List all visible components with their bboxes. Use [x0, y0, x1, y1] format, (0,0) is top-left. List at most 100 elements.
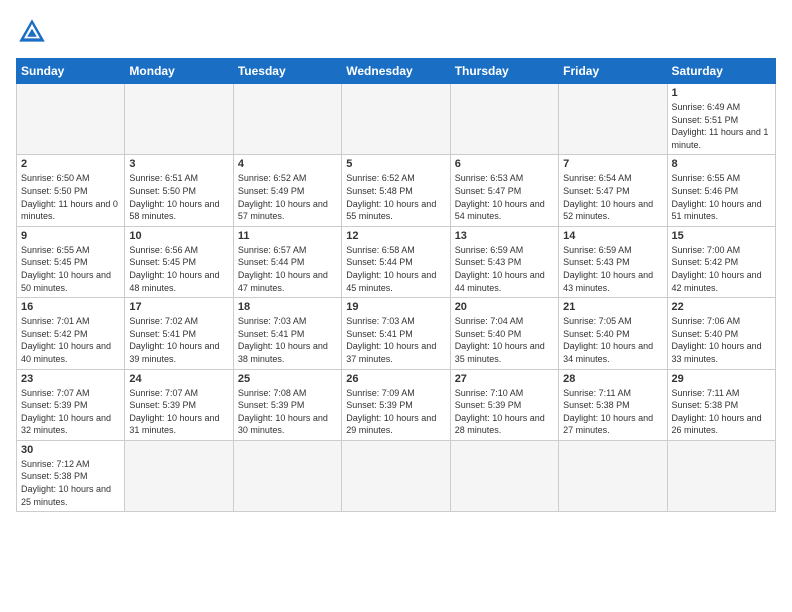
- day-cell: 1Sunrise: 6:49 AMSunset: 5:51 PMDaylight…: [667, 84, 775, 155]
- logo-icon: [16, 16, 48, 48]
- day-number: 9: [21, 230, 120, 242]
- day-cell: 12Sunrise: 6:58 AMSunset: 5:44 PMDayligh…: [342, 226, 450, 297]
- week-row-0: 1Sunrise: 6:49 AMSunset: 5:51 PMDaylight…: [17, 84, 776, 155]
- day-cell: 21Sunrise: 7:05 AMSunset: 5:40 PMDayligh…: [559, 298, 667, 369]
- day-info: Sunrise: 6:59 AMSunset: 5:43 PMDaylight:…: [563, 244, 662, 294]
- day-number: 19: [346, 301, 445, 313]
- day-info: Sunrise: 7:11 AMSunset: 5:38 PMDaylight:…: [563, 387, 662, 437]
- day-info: Sunrise: 7:09 AMSunset: 5:39 PMDaylight:…: [346, 387, 445, 437]
- day-number: 27: [455, 373, 554, 385]
- day-cell: 7 Sunrise: 6:54 AMSunset: 5:47 PMDaylight…: [559, 155, 667, 226]
- day-cell: 23 Sunrise: 7:07 AMSunset: 5:39 PMDayligh…: [17, 369, 125, 440]
- day-cell: [450, 84, 558, 155]
- day-info: Sunrise: 6:59 AMSunset: 5:43 PMDaylight:…: [455, 244, 554, 294]
- day-cell: 29 Sunrise: 7:11 AMSunset: 5:38 PMDayligh…: [667, 369, 775, 440]
- day-cell: [342, 84, 450, 155]
- day-cell: [559, 84, 667, 155]
- day-cell: [17, 84, 125, 155]
- week-row-2: 9Sunrise: 6:55 AMSunset: 5:45 PMDaylight…: [17, 226, 776, 297]
- day-number: 30: [21, 444, 120, 456]
- day-cell: 17 Sunrise: 7:02 AMSunset: 5:41 PMDayligh…: [125, 298, 233, 369]
- day-info: Sunrise: 6:57 AMSunset: 5:44 PMDaylight:…: [238, 244, 337, 294]
- day-number: 5: [346, 158, 445, 170]
- day-cell: [233, 84, 341, 155]
- weekday-friday: Friday: [559, 59, 667, 84]
- day-info: Sunrise: 7:07 AMSunset: 5:39 PMDaylight:…: [21, 387, 120, 437]
- day-info: Sunrise: 6:52 AMSunset: 5:48 PMDaylight:…: [346, 172, 445, 222]
- day-info: Sunrise: 6:54 AMSunset: 5:47 PMDaylight:…: [563, 172, 662, 222]
- day-cell: 19 Sunrise: 7:03 AMSunset: 5:41 PMDayligh…: [342, 298, 450, 369]
- weekday-thursday: Thursday: [450, 59, 558, 84]
- day-number: 6: [455, 158, 554, 170]
- day-cell: 28 Sunrise: 7:11 AMSunset: 5:38 PMDayligh…: [559, 369, 667, 440]
- day-info: Sunrise: 7:11 AMSunset: 5:38 PMDaylight:…: [672, 387, 771, 437]
- day-info: Sunrise: 7:02 AMSunset: 5:41 PMDaylight:…: [129, 315, 228, 365]
- day-cell: 8 Sunrise: 6:55 AMSunset: 5:46 PMDaylight…: [667, 155, 775, 226]
- calendar: SundayMondayTuesdayWednesdayThursdayFrid…: [16, 58, 776, 512]
- day-cell: [125, 440, 233, 511]
- day-number: 13: [455, 230, 554, 242]
- day-info: Sunrise: 7:01 AMSunset: 5:42 PMDaylight:…: [21, 315, 120, 365]
- day-cell: 16Sunrise: 7:01 AMSunset: 5:42 PMDayligh…: [17, 298, 125, 369]
- weekday-sunday: Sunday: [17, 59, 125, 84]
- day-number: 20: [455, 301, 554, 313]
- day-cell: 18 Sunrise: 7:03 AMSunset: 5:41 PMDayligh…: [233, 298, 341, 369]
- day-info: Sunrise: 7:03 AMSunset: 5:41 PMDaylight:…: [238, 315, 337, 365]
- day-cell: 24Sunrise: 7:07 AMSunset: 5:39 PMDayligh…: [125, 369, 233, 440]
- day-number: 28: [563, 373, 662, 385]
- day-number: 8: [672, 158, 771, 170]
- day-info: Sunrise: 6:55 AMSunset: 5:46 PMDaylight:…: [672, 172, 771, 222]
- week-row-1: 2Sunrise: 6:50 AMSunset: 5:50 PMDaylight…: [17, 155, 776, 226]
- week-row-4: 23 Sunrise: 7:07 AMSunset: 5:39 PMDayligh…: [17, 369, 776, 440]
- day-cell: 9Sunrise: 6:55 AMSunset: 5:45 PMDaylight…: [17, 226, 125, 297]
- day-cell: 4Sunrise: 6:52 AMSunset: 5:49 PMDaylight…: [233, 155, 341, 226]
- logo: [16, 16, 52, 48]
- weekday-header-row: SundayMondayTuesdayWednesdayThursdayFrid…: [17, 59, 776, 84]
- day-cell: [559, 440, 667, 511]
- day-number: 18: [238, 301, 337, 313]
- day-cell: 15Sunrise: 7:00 AMSunset: 5:42 PMDayligh…: [667, 226, 775, 297]
- day-number: 3: [129, 158, 228, 170]
- weekday-tuesday: Tuesday: [233, 59, 341, 84]
- day-number: 10: [129, 230, 228, 242]
- week-row-5: 30 Sunrise: 7:12 AMSunset: 5:38 PMDayligh…: [17, 440, 776, 511]
- day-info: Sunrise: 6:53 AMSunset: 5:47 PMDaylight:…: [455, 172, 554, 222]
- header: [16, 16, 776, 48]
- day-cell: 30 Sunrise: 7:12 AMSunset: 5:38 PMDayligh…: [17, 440, 125, 511]
- day-info: Sunrise: 7:03 AMSunset: 5:41 PMDaylight:…: [346, 315, 445, 365]
- day-info: Sunrise: 6:51 AMSunset: 5:50 PMDaylight:…: [129, 172, 228, 222]
- day-cell: 27 Sunrise: 7:10 AMSunset: 5:39 PMDayligh…: [450, 369, 558, 440]
- day-number: 7: [563, 158, 662, 170]
- day-number: 12: [346, 230, 445, 242]
- day-number: 11: [238, 230, 337, 242]
- day-info: Sunrise: 6:52 AMSunset: 5:49 PMDaylight:…: [238, 172, 337, 222]
- day-info: Sunrise: 7:04 AMSunset: 5:40 PMDaylight:…: [455, 315, 554, 365]
- day-info: Sunrise: 7:12 AMSunset: 5:38 PMDaylight:…: [21, 458, 120, 508]
- day-cell: 11 Sunrise: 6:57 AMSunset: 5:44 PMDayligh…: [233, 226, 341, 297]
- day-number: 26: [346, 373, 445, 385]
- day-info: Sunrise: 7:07 AMSunset: 5:39 PMDaylight:…: [129, 387, 228, 437]
- day-cell: [233, 440, 341, 511]
- day-info: Sunrise: 7:05 AMSunset: 5:40 PMDaylight:…: [563, 315, 662, 365]
- page: SundayMondayTuesdayWednesdayThursdayFrid…: [0, 0, 792, 612]
- day-cell: 5 Sunrise: 6:52 AMSunset: 5:48 PMDaylight…: [342, 155, 450, 226]
- day-cell: [450, 440, 558, 511]
- day-cell: 6 Sunrise: 6:53 AMSunset: 5:47 PMDaylight…: [450, 155, 558, 226]
- day-cell: 14 Sunrise: 6:59 AMSunset: 5:43 PMDayligh…: [559, 226, 667, 297]
- day-number: 17: [129, 301, 228, 313]
- day-cell: [125, 84, 233, 155]
- day-cell: 3 Sunrise: 6:51 AMSunset: 5:50 PMDaylight…: [125, 155, 233, 226]
- day-number: 29: [672, 373, 771, 385]
- day-number: 15: [672, 230, 771, 242]
- day-info: Sunrise: 6:56 AMSunset: 5:45 PMDaylight:…: [129, 244, 228, 294]
- day-info: Sunrise: 7:08 AMSunset: 5:39 PMDaylight:…: [238, 387, 337, 437]
- day-cell: [342, 440, 450, 511]
- day-number: 22: [672, 301, 771, 313]
- day-number: 25: [238, 373, 337, 385]
- day-number: 14: [563, 230, 662, 242]
- day-cell: 26 Sunrise: 7:09 AMSunset: 5:39 PMDayligh…: [342, 369, 450, 440]
- day-number: 23: [21, 373, 120, 385]
- day-cell: 10 Sunrise: 6:56 AMSunset: 5:45 PMDayligh…: [125, 226, 233, 297]
- day-info: Sunrise: 7:10 AMSunset: 5:39 PMDaylight:…: [455, 387, 554, 437]
- weekday-saturday: Saturday: [667, 59, 775, 84]
